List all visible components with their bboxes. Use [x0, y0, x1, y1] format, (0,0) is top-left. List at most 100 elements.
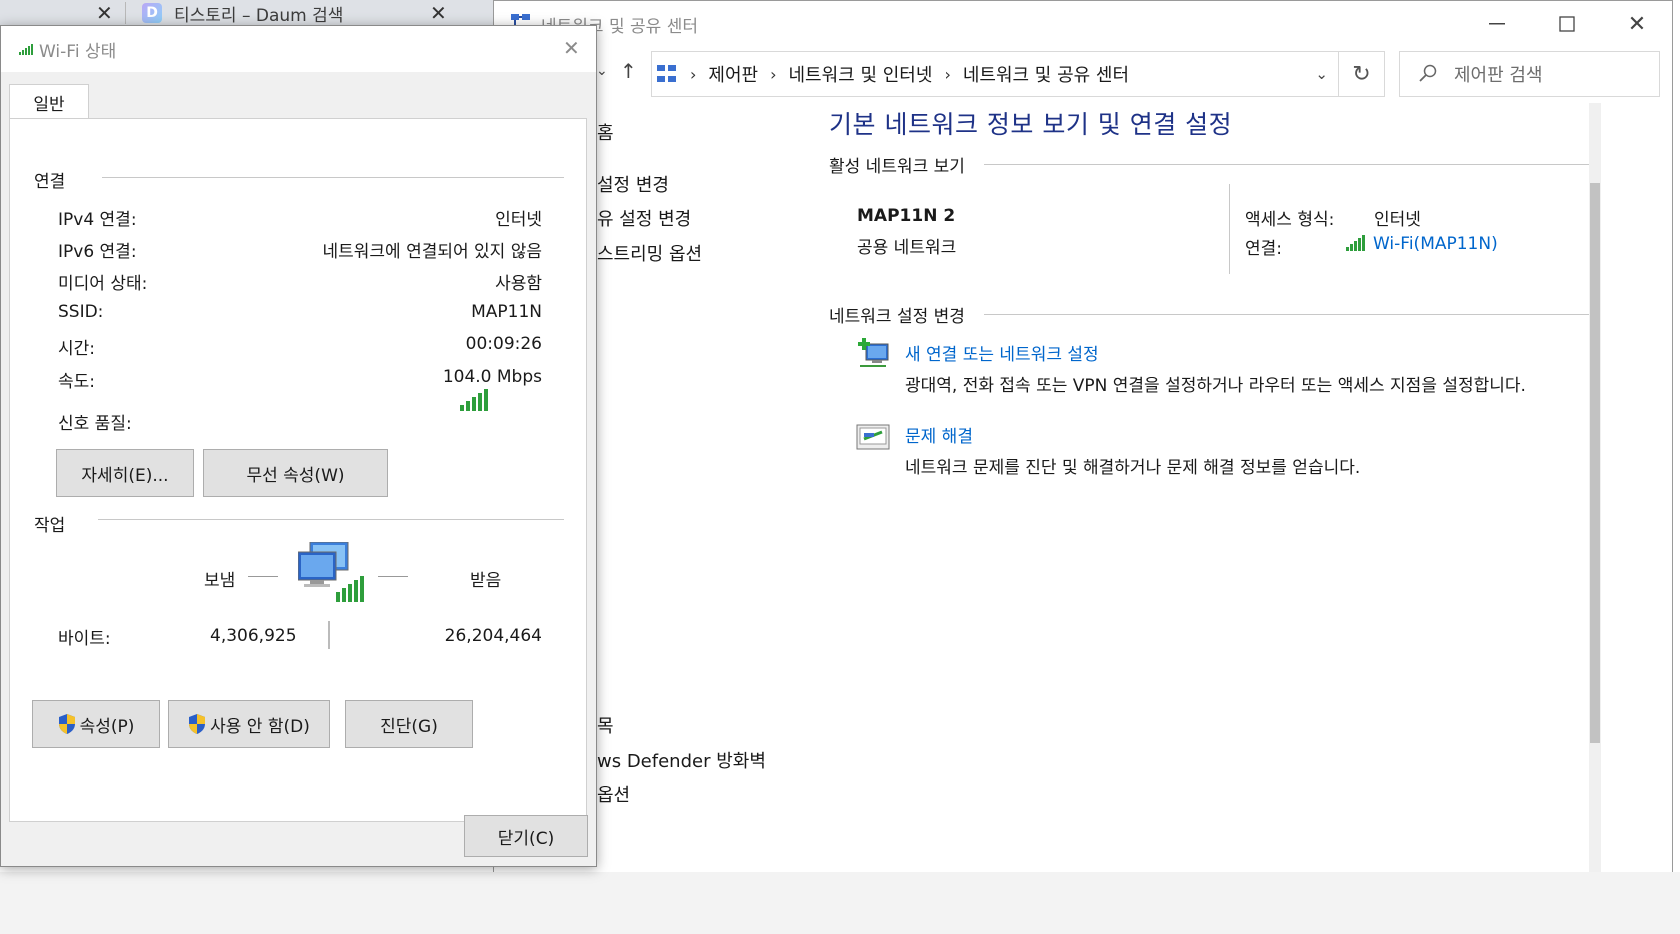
left-link-home[interactable]: 홈	[597, 119, 614, 145]
refresh-icon: ↻	[1352, 61, 1371, 87]
breadcrumb-chevron-icon[interactable]: ›	[944, 65, 950, 84]
address-bar[interactable]: › 제어판 › 네트워크 및 인터넷 › 네트워크 및 공유 센터 ⌄	[651, 51, 1339, 97]
close-icon: ✕	[1627, 11, 1647, 37]
up-arrow-icon[interactable]: ↑	[620, 59, 637, 83]
dialog-close-icon[interactable]: ✕	[563, 36, 580, 60]
uac-shield-icon	[58, 714, 75, 734]
new-connection-link[interactable]: 새 연결 또는 네트워크 설정	[905, 340, 1099, 365]
control-panel-icon	[657, 65, 676, 82]
bytes-label: 바이트:	[58, 629, 111, 649]
new-connection-icon	[858, 338, 889, 367]
desktop-background	[0, 872, 1680, 934]
network-name: MAP11N 2	[857, 206, 956, 226]
network-type[interactable]: 공용 네트워크	[857, 233, 956, 258]
access-type-value: 인터넷	[1374, 210, 1421, 230]
troubleshoot-icon	[856, 424, 890, 450]
properties-button[interactable]: 속성(P)	[32, 700, 160, 748]
change-settings-header: 네트워크 설정 변경	[829, 307, 965, 327]
connection-label: 연결:	[1245, 239, 1283, 259]
diagnose-button-label: 진단(G)	[380, 716, 438, 737]
left-link-sharing-settings[interactable]: 유 설정 변경	[597, 205, 691, 231]
dialog-title: Wi-Fi 상태	[39, 41, 117, 62]
network-info-divider	[1229, 184, 1230, 274]
breadcrumb-network-center[interactable]: 네트워크 및 공유 센터	[963, 61, 1129, 87]
close-dialog-button[interactable]: 닫기(C)	[464, 815, 588, 857]
minimize-button[interactable]	[1462, 1, 1532, 47]
general-tab-panel: 연결 IPv4 연결: 인터넷 IPv6 연결: 네트워크에 연결되어 있지 않…	[9, 118, 587, 822]
breadcrumb-chevron-icon[interactable]: ›	[770, 65, 776, 84]
section-divider	[984, 314, 1600, 315]
diagnose-button[interactable]: 진단(G)	[345, 700, 473, 748]
network-activity-icon	[298, 542, 364, 602]
new-connection-desc: 광대역, 전화 접속 또는 VPN 연결을 설정하거나 라우터 또는 액세스 지…	[905, 376, 1526, 396]
tab-general-label: 일반	[33, 94, 65, 115]
tab-general[interactable]: 일반	[9, 84, 89, 119]
left-link-streaming-options[interactable]: 스트리밍 옵션	[597, 240, 702, 266]
search-placeholder: 제어판 검색	[1454, 65, 1543, 86]
page-title: 기본 네트워크 정보 보기 및 연결 설정	[829, 110, 1233, 139]
received-label: 받음	[470, 571, 502, 591]
minimize-icon	[1489, 23, 1505, 25]
details-button-label: 자세히(E)...	[81, 465, 169, 486]
access-type-label: 액세스 형식:	[1245, 210, 1335, 230]
close-button[interactable]: ✕	[1602, 1, 1672, 47]
search-icon	[1419, 64, 1437, 82]
media-state-value: 사용함	[495, 274, 542, 294]
dialog-titlebar: Wi-Fi 상태 ✕	[1, 26, 596, 72]
connection-group-title: 연결	[34, 172, 66, 192]
left-link-adapter-settings[interactable]: 설정 변경	[597, 171, 669, 197]
breadcrumb-network-internet[interactable]: 네트워크 및 인터넷	[789, 61, 933, 87]
breadcrumb-control-panel[interactable]: 제어판	[708, 61, 758, 87]
disable-button[interactable]: 사용 안 함(D)	[168, 700, 330, 748]
daum-logo-icon: D	[142, 3, 162, 23]
troubleshoot-desc: 네트워크 문제를 진단 및 해결하거나 문제 해결 정보를 얻습니다.	[905, 458, 1361, 478]
left-link-see-also: 목	[597, 716, 614, 737]
active-networks-header: 활성 네트워크 보기	[829, 157, 965, 177]
ipv4-value: 인터넷	[495, 210, 542, 230]
wireless-properties-button[interactable]: 무선 속성(W)	[203, 449, 388, 497]
received-line	[378, 576, 408, 577]
wireless-properties-label: 무선 속성(W)	[246, 465, 345, 486]
wifi-signal-icon	[1346, 235, 1365, 251]
bytes-sent-value: 4,306,925	[210, 626, 297, 646]
sent-label: 보냄	[204, 571, 236, 591]
group-divider	[102, 177, 564, 178]
ssid-label: SSID:	[58, 302, 104, 322]
bytes-divider	[328, 621, 330, 649]
window-titlebar: 네트워크 및 공유 센터 ✕	[494, 1, 1672, 47]
activity-group-title: 작업	[34, 516, 66, 536]
speed-value: 104.0 Mbps	[442, 367, 542, 387]
signal-quality-bars-icon	[460, 389, 488, 411]
ssid-value: MAP11N	[471, 302, 542, 322]
control-panel-search-input[interactable]: 제어판 검색	[1399, 51, 1660, 97]
vertical-scrollbar[interactable]	[1589, 103, 1601, 873]
left-link-defender-firewall[interactable]: ws Defender 방화벽	[597, 747, 766, 773]
ipv4-label: IPv4 연결:	[58, 210, 137, 230]
troubleshoot-link[interactable]: 문제 해결	[905, 422, 973, 447]
tab-close-icon[interactable]: ✕	[430, 0, 447, 26]
refresh-button[interactable]: ↻	[1339, 51, 1385, 97]
navigation-bar: ⌄ ↑ › 제어판 › 네트워크 및 인터넷 › 네트워크 및 공유 센터 ⌄ …	[494, 47, 1672, 103]
tab-close-icon[interactable]: ✕	[96, 0, 113, 26]
wifi-status-dialog: Wi-Fi 상태 ✕ 일반 연결 IPv4 연결: 인터넷 IPv6 연결: 네…	[0, 25, 597, 867]
bytes-received-value: 26,204,464	[444, 626, 542, 646]
details-button[interactable]: 자세히(E)...	[56, 449, 194, 497]
browser-tab-daum[interactable]: D 티스토리 – Daum 검색	[142, 0, 452, 26]
media-state-label: 미디어 상태:	[58, 274, 148, 294]
maximize-button[interactable]	[1532, 1, 1602, 47]
uac-shield-icon	[189, 714, 206, 734]
recent-locations-icon[interactable]: ⌄	[596, 63, 608, 79]
duration-value: 00:09:26	[465, 334, 542, 354]
breadcrumb-chevron-icon[interactable]: ›	[690, 65, 696, 84]
properties-button-label: 속성(P)	[79, 716, 135, 737]
network-sharing-center-window: 네트워크 및 공유 센터 ✕ ⌄ ↑ › 제어판 › 네트워크 및 인터넷 › …	[493, 0, 1673, 892]
sent-line	[248, 576, 278, 577]
signal-quality-label: 신호 품질:	[58, 414, 132, 434]
ipv6-value: 네트워크에 연결되어 있지 않음	[322, 242, 542, 262]
disable-button-label: 사용 안 함(D)	[210, 716, 310, 737]
scrollbar-thumb[interactable]	[1590, 183, 1600, 743]
wifi-connection-link[interactable]: Wi-Fi(MAP11N)	[1373, 234, 1498, 254]
ipv6-label: IPv6 연결:	[58, 242, 137, 262]
address-dropdown-icon[interactable]: ⌄	[1315, 65, 1328, 83]
left-link-internet-options[interactable]: 옵션	[597, 781, 630, 807]
